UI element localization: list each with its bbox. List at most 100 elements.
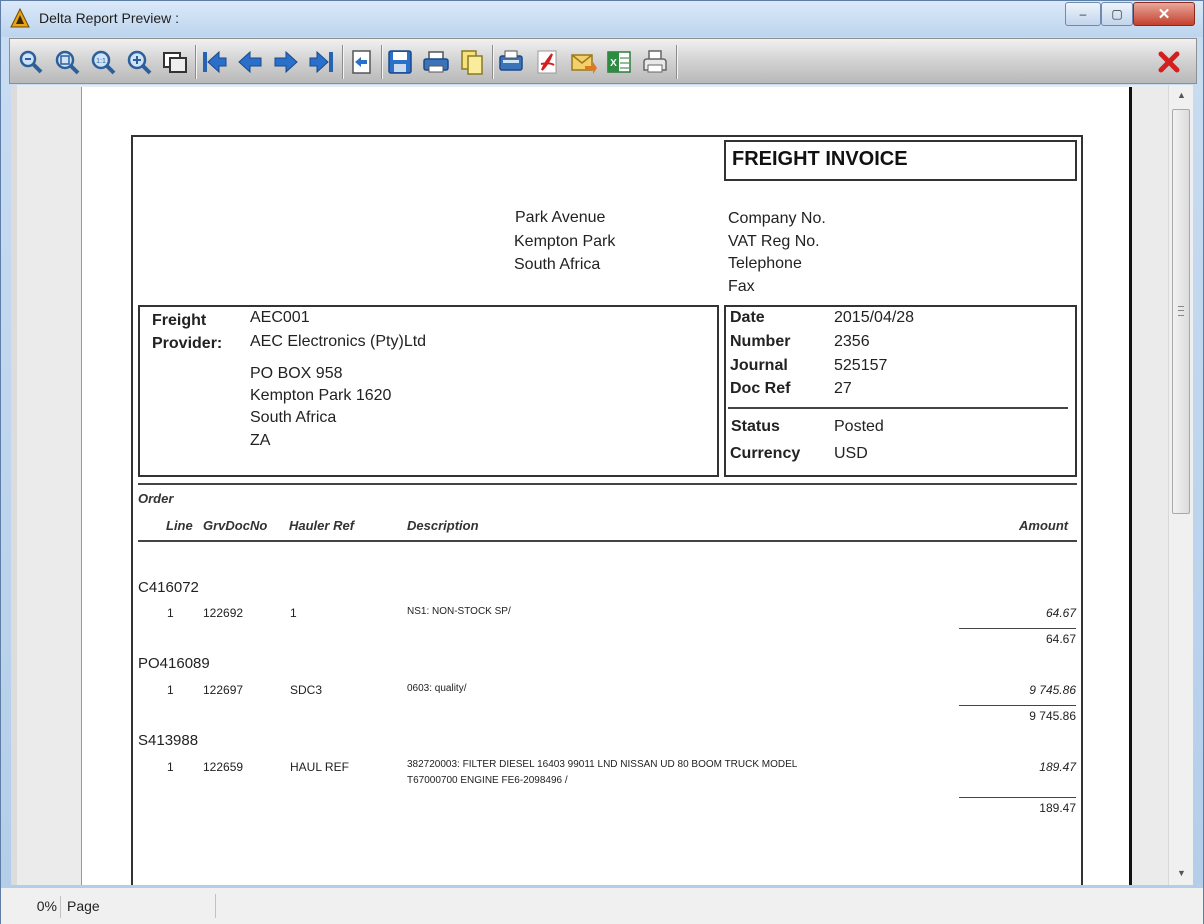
scroll-down-button[interactable]: ▼ (1169, 863, 1194, 883)
last-page-button[interactable] (305, 45, 339, 79)
preview-toolbar: 1:1 X (9, 38, 1197, 84)
hauler-ref: HAUL REF (290, 760, 349, 774)
printer-setup-button[interactable] (638, 45, 672, 79)
subtotal-rule (959, 797, 1076, 798)
company-label: Company No. (728, 210, 826, 227)
minimize-icon: ‒ (1079, 7, 1087, 21)
pdf-export-icon (537, 50, 557, 74)
close-preview-button[interactable] (1152, 45, 1186, 79)
vertical-scrollbar[interactable]: ▲ ▼ (1168, 85, 1193, 885)
line-number: 1 (167, 683, 174, 697)
maximize-icon: ▢ (1111, 7, 1123, 21)
toolbar-separator (342, 45, 343, 79)
grvdocno-header: GrvDocNo (203, 518, 268, 533)
print-button[interactable] (419, 45, 453, 79)
fax-button[interactable] (494, 45, 528, 79)
excel-export-button[interactable]: X (602, 45, 636, 79)
line-header: Line (166, 518, 193, 533)
toolbar-separator (381, 45, 382, 79)
report-title: FREIGHT INVOICE (732, 148, 908, 170)
save-button[interactable] (383, 45, 417, 79)
company-label: Telephone (728, 255, 802, 272)
order-number: PO416089 (138, 655, 210, 672)
title-bar[interactable]: Delta Report Preview : ‒ ▢ ✕ (1, 1, 1203, 37)
grv-doc-no: 122692 (203, 606, 244, 620)
scroll-up-button[interactable]: ▲ (1169, 85, 1194, 105)
page-width-icon (163, 52, 187, 73)
zoom-fit-icon (55, 50, 80, 75)
page-indicator: Page (67, 898, 100, 914)
maximize-button[interactable]: ▢ (1101, 2, 1133, 26)
report-preview-window: Delta Report Preview : ‒ ▢ ✕ 1:1 X FREIG… (0, 0, 1204, 924)
table-header-rule (138, 540, 1077, 542)
previous-page-button[interactable] (233, 45, 267, 79)
close-preview-icon (1158, 51, 1180, 73)
company-label: Fax (728, 278, 755, 295)
go-to-page-button[interactable] (344, 45, 378, 79)
zoom-out-icon (19, 50, 43, 74)
subtotal-rule (959, 705, 1076, 706)
line-description: T67000700 ENGINE FE6-2098496 / (407, 775, 568, 786)
excel-export-icon: X (607, 51, 631, 73)
provider-label: Freight (152, 312, 207, 329)
go-to-page-icon (352, 50, 371, 74)
page-width-button[interactable] (158, 45, 192, 79)
progress-percent: 0% (9, 896, 61, 918)
line-description: 382720003: FILTER DIESEL 16403 99011 LND… (407, 759, 798, 770)
svg-text:X: X (610, 58, 617, 69)
order-number: C416072 (138, 579, 199, 596)
zoom-out-button[interactable] (14, 45, 48, 79)
pdf-export-button[interactable] (530, 45, 564, 79)
provider-address-line: Kempton Park 1620 (250, 387, 392, 404)
line-amount: 64.67 (1045, 606, 1076, 620)
order-total: 64.67 (1045, 632, 1076, 646)
line-number: 1 (167, 760, 174, 774)
zoom-100-button[interactable]: 1:1 (86, 45, 120, 79)
docref-value: 27 (834, 380, 852, 397)
viewport-edge (11, 85, 17, 885)
order-total: 189.47 (1039, 801, 1076, 815)
email-export-button[interactable] (566, 45, 600, 79)
first-page-button[interactable] (197, 45, 231, 79)
zoom-100-icon: 1:1 (91, 50, 116, 75)
copy-button[interactable] (455, 45, 489, 79)
provider-code: AEC001 (250, 309, 310, 326)
company-address-line: Kempton Park (514, 233, 616, 250)
next-page-icon (274, 50, 298, 74)
grv-doc-no: 122659 (203, 760, 244, 774)
provider-address-line: South Africa (250, 409, 337, 426)
first-page-icon (203, 50, 227, 74)
table-top-rule (138, 483, 1077, 485)
company-address-line: Park Avenue (515, 209, 606, 226)
scroll-up-icon: ▲ (1177, 90, 1186, 100)
hauler-ref-header: Hauler Ref (289, 518, 355, 533)
copy-icon (461, 50, 483, 75)
status-divider (215, 894, 216, 918)
journal-label: Journal (730, 357, 788, 374)
journal-value: 525157 (834, 357, 888, 374)
date-label: Date (730, 309, 765, 326)
provider-address-line: PO BOX 958 (250, 365, 343, 382)
zoom-in-button[interactable] (122, 45, 156, 79)
status-bar: 0% Page (1, 887, 1203, 924)
provider-label: Provider: (152, 335, 223, 352)
scrollbar-thumb[interactable] (1172, 109, 1190, 514)
email-export-icon (571, 54, 597, 74)
fax-icon (499, 50, 523, 71)
zoom-fit-button[interactable] (50, 45, 84, 79)
close-window-button[interactable]: ✕ (1133, 2, 1195, 26)
report-page: FREIGHT INVOICE Park Avenue Kempton Park… (81, 87, 1132, 885)
close-icon: ✕ (1157, 6, 1171, 23)
report-viewport[interactable]: FREIGHT INVOICE Park Avenue Kempton Park… (11, 85, 1168, 885)
line-description: NS1: NON-STOCK SP/ (407, 606, 511, 617)
number-label: Number (730, 333, 791, 350)
provider-address-line: ZA (250, 432, 271, 449)
currency-label: Currency (730, 445, 801, 462)
next-page-button[interactable] (269, 45, 303, 79)
line-description: 0603: quality/ (407, 683, 467, 694)
thumb-grip-icon (1178, 306, 1184, 316)
order-number: S413988 (138, 732, 199, 749)
scroll-down-icon: ▼ (1177, 868, 1186, 878)
provider-box (138, 305, 719, 477)
minimize-button[interactable]: ‒ (1065, 2, 1101, 26)
